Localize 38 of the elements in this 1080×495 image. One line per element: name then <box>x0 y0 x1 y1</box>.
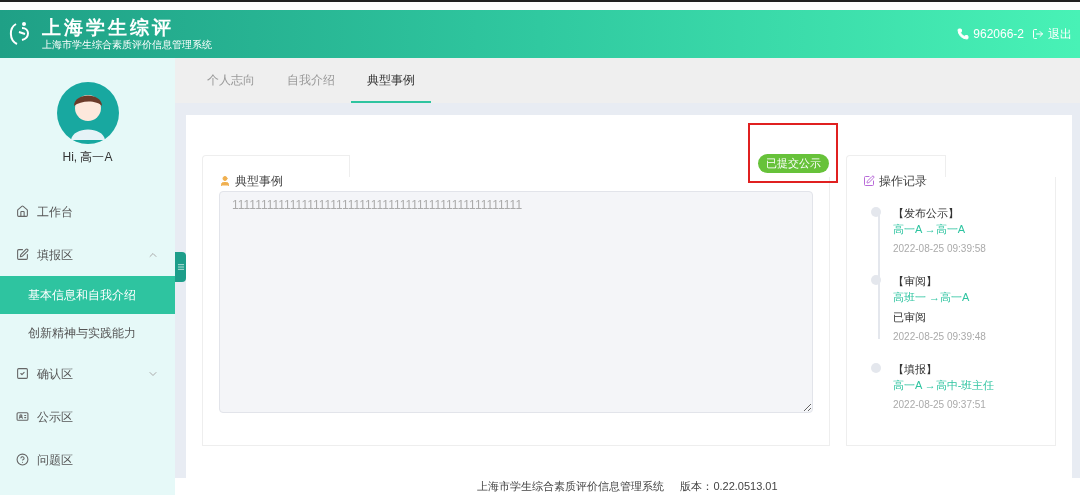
logout-icon <box>1032 28 1044 40</box>
help-icon <box>16 453 29 466</box>
card-icon <box>16 410 29 423</box>
log-route: 高一A →高中-班主任 <box>893 378 995 393</box>
log-route: 高班一 →高一A <box>893 290 971 305</box>
nav-item[interactable]: 填报区 <box>0 233 175 276</box>
log-action: 【填报】 <box>893 362 938 377</box>
log-time: 2022-08-25 09:37:51 <box>893 398 987 412</box>
log-action: 【审阅】 <box>893 274 938 289</box>
avatar <box>56 82 119 144</box>
nav-item[interactable]: 确认区 <box>0 352 175 395</box>
collapse-handle[interactable] <box>175 252 186 282</box>
version-text: 版本：0.22.0513.01 <box>680 479 778 494</box>
card-title: 典型事例 <box>235 173 283 190</box>
log-action: 【发布公示】 <box>893 206 960 221</box>
log-time: 2022-08-25 09:39:48 <box>893 330 986 344</box>
home-icon <box>16 205 29 218</box>
edit-icon <box>863 175 875 187</box>
user-greeting: Hi, 高一A <box>62 149 113 166</box>
card-title: 操作记录 <box>879 173 927 190</box>
app-title: 上海学生综评 <box>42 17 175 39</box>
log-note: 已审阅 <box>893 310 927 325</box>
person-icon <box>219 175 231 187</box>
nav-item[interactable]: 公示区 <box>0 395 175 438</box>
phone-icon <box>957 28 970 40</box>
log-route: 高一A →高一A <box>893 222 967 237</box>
check-icon <box>16 367 29 380</box>
edit-icon <box>16 248 29 261</box>
menu-icon <box>176 263 185 271</box>
tab[interactable]: 典型事例 <box>351 58 431 103</box>
phone-number: 962066-2 <box>973 26 1024 43</box>
status-badge: 已提交公示 <box>757 154 829 173</box>
app-subtitle: 上海市学生综合素质评价信息管理系统 <box>42 39 212 51</box>
footer-text: 上海市学生综合素质评价信息管理系统 <box>477 479 665 494</box>
nav-subitem[interactable]: 创新精神与实践能力 <box>0 314 175 352</box>
nav-item[interactable]: 问题区 <box>0 438 175 481</box>
nav-item[interactable]: 工作台 <box>0 190 175 233</box>
log-time: 2022-08-25 09:39:58 <box>893 242 986 256</box>
